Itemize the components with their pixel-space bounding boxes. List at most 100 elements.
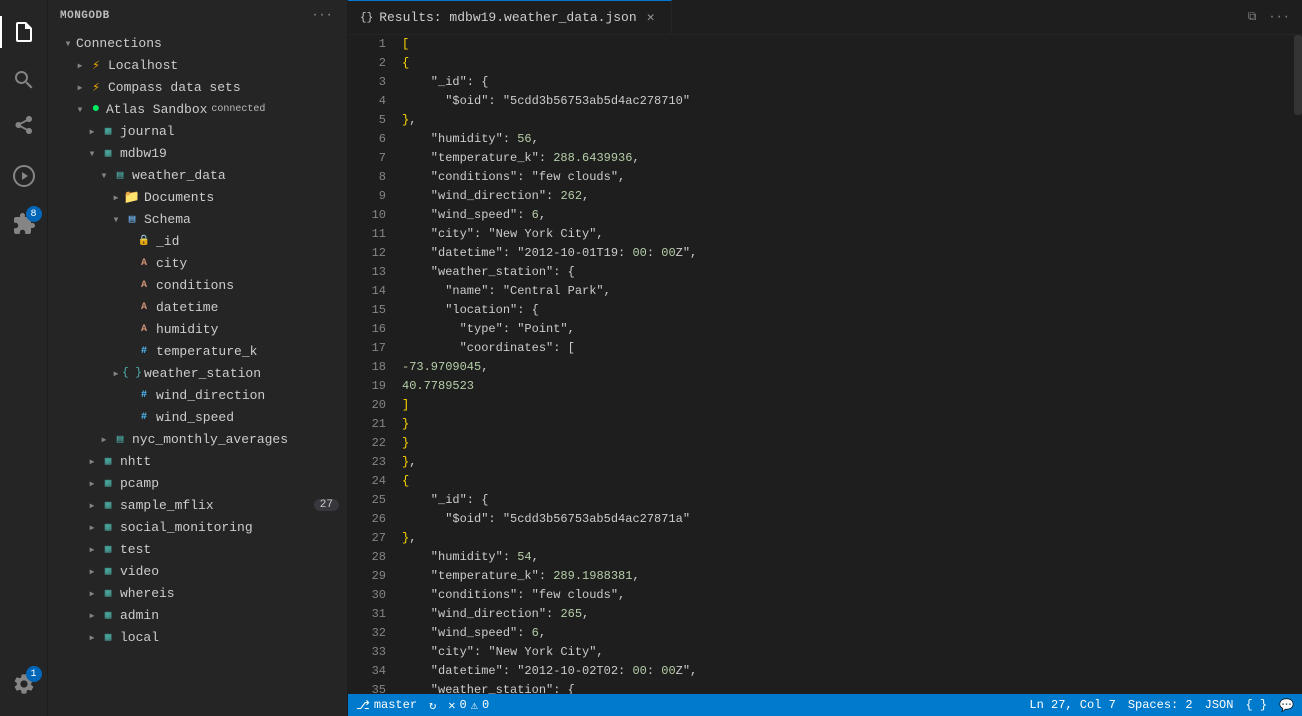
admin-chevron	[84, 607, 100, 623]
sidebar-item-field-wind-direction[interactable]: # wind_direction	[48, 384, 347, 406]
connections-chevron	[60, 35, 76, 51]
sidebar-item-field-wind-speed[interactable]: # wind_speed	[48, 406, 347, 428]
sidebar-title: MONGODB	[60, 10, 110, 22]
sidebar-item-video[interactable]: ▦ video	[48, 560, 347, 582]
tab-actions: ⧉ ···	[1244, 0, 1302, 34]
sidebar-item-sample-mflix[interactable]: ▦ sample_mflix 27	[48, 494, 347, 516]
sidebar-item-journal[interactable]: ▦ journal	[48, 120, 347, 142]
video-db-icon: ▦	[100, 563, 116, 579]
more-actions-icon[interactable]: ···	[1264, 8, 1294, 26]
format-icon[interactable]: { }	[1245, 698, 1267, 712]
sidebar-item-nyc-monthly[interactable]: ▤ nyc_monthly_averages	[48, 428, 347, 450]
code-line: "_id": {	[402, 491, 1294, 510]
status-bar-right: Ln 27, Col 7 Spaces: 2 JSON { } 💬	[1029, 698, 1294, 713]
files-icon[interactable]	[0, 8, 48, 56]
localhost-chevron	[72, 57, 88, 73]
sidebar-item-pcamp[interactable]: ▦ pcamp	[48, 472, 347, 494]
line-numbers: 1234567891011121314151617181920212223242…	[348, 35, 398, 694]
sidebar-item-connections[interactable]: Connections	[48, 32, 347, 54]
code-line: ]	[402, 396, 1294, 415]
sidebar-item-field-datetime[interactable]: A datetime	[48, 296, 347, 318]
sidebar-item-weather-station[interactable]: { } weather_station	[48, 362, 347, 384]
sidebar-item-admin[interactable]: ▦ admin	[48, 604, 347, 626]
sidebar-item-field-id[interactable]: 🔒 _id	[48, 230, 347, 252]
connected-badge: connected	[211, 104, 265, 115]
local-chevron	[84, 629, 100, 645]
compass-label: Compass data sets	[108, 80, 241, 95]
sidebar-item-social[interactable]: ▦ social_monitoring	[48, 516, 347, 538]
nyc-monthly-label: nyc_monthly_averages	[132, 432, 288, 447]
code-line: "$oid": "5cdd3b56753ab5d4ac278710"	[402, 92, 1294, 111]
search-icon[interactable]	[0, 56, 48, 104]
split-editor-icon[interactable]: ⧉	[1244, 8, 1261, 26]
documents-label: Documents	[144, 190, 214, 205]
minimap-slider[interactable]	[1294, 35, 1302, 115]
tab-results[interactable]: {} Results: mdbw19.weather_data.json ✕	[348, 0, 672, 34]
journal-chevron	[84, 123, 100, 139]
sidebar-item-localhost[interactable]: ⚡ Localhost	[48, 54, 347, 76]
format-symbol: { }	[1245, 698, 1267, 712]
extensions-icon[interactable]: 8	[0, 200, 48, 248]
field-id-label: _id	[156, 234, 179, 249]
pcamp-label: pcamp	[120, 476, 159, 491]
sidebar-item-weather-data[interactable]: ▤ weather_data	[48, 164, 347, 186]
sidebar-item-documents[interactable]: 📁 Documents	[48, 186, 347, 208]
sync-icon[interactable]: ↻	[429, 698, 436, 713]
position-status[interactable]: Ln 27, Col 7	[1029, 698, 1115, 712]
sidebar-item-field-humidity[interactable]: A humidity	[48, 318, 347, 340]
test-db-icon: ▦	[100, 541, 116, 557]
encoding-status[interactable]: JSON	[1205, 698, 1234, 712]
code-line: {	[402, 54, 1294, 73]
spaces-status[interactable]: Spaces: 2	[1128, 698, 1193, 712]
source-control-icon[interactable]	[0, 104, 48, 152]
mongodb-run-icon[interactable]	[0, 152, 48, 200]
field-temp-icon: #	[136, 343, 152, 359]
sidebar-item-nhtt[interactable]: ▦ nhtt	[48, 450, 347, 472]
compass-bolt-icon: ⚡	[88, 79, 104, 95]
settings-icon[interactable]: 1	[0, 660, 48, 708]
sidebar-item-test[interactable]: ▦ test	[48, 538, 347, 560]
sidebar-item-mdbw19[interactable]: ▦ mdbw19	[48, 142, 347, 164]
code-line: "temperature_k": 289.1988381,	[402, 567, 1294, 586]
sidebar-item-atlas[interactable]: ● Atlas Sandbox connected	[48, 98, 347, 120]
feedback-symbol: 💬	[1279, 698, 1294, 713]
social-chevron	[84, 519, 100, 535]
code-line: "wind_speed": 6,	[402, 206, 1294, 225]
mdbw19-db-icon: ▦	[100, 145, 116, 161]
code-line: "datetime": "2012-10-02T02: 00: 00Z",	[402, 662, 1294, 681]
documents-folder-icon: 📁	[124, 189, 140, 205]
code-content[interactable]: [ { "_id": { "$oid": "5cdd3b56753ab5d4ac…	[398, 35, 1294, 694]
field-city-spacer	[120, 255, 136, 271]
field-temp-spacer	[120, 343, 136, 359]
field-wind-dir-spacer	[120, 387, 136, 403]
sidebar-more-icon[interactable]: ···	[310, 8, 335, 24]
schema-label: Schema	[144, 212, 191, 227]
video-chevron	[84, 563, 100, 579]
main-area: {} Results: mdbw19.weather_data.json ✕ ⧉…	[348, 0, 1302, 716]
sidebar-item-field-city[interactable]: A city	[48, 252, 347, 274]
sidebar-item-compass[interactable]: ⚡ Compass data sets	[48, 76, 347, 98]
mflix-badge: 27	[314, 499, 339, 511]
field-wind-speed-spacer	[120, 409, 136, 425]
schema-chevron	[108, 211, 124, 227]
branch-status[interactable]: ⎇ master	[356, 698, 417, 713]
whereis-label: whereis	[120, 586, 175, 601]
sidebar-item-whereis[interactable]: ▦ whereis	[48, 582, 347, 604]
field-conditions-icon: A	[136, 277, 152, 293]
code-line: "weather_station": {	[402, 681, 1294, 694]
errors-status[interactable]: ✕ 0 ⚠ 0	[448, 698, 489, 713]
sidebar-item-field-temperature[interactable]: # temperature_k	[48, 340, 347, 362]
tab-close-button[interactable]: ✕	[643, 10, 659, 26]
sidebar-item-local[interactable]: ▦ local	[48, 626, 347, 648]
code-line: {	[402, 472, 1294, 491]
weather-station-label: weather_station	[144, 366, 261, 381]
feedback-icon[interactable]: 💬	[1279, 698, 1294, 713]
code-line: "humidity": 56,	[402, 130, 1294, 149]
sidebar-item-schema[interactable]: ▤ Schema	[48, 208, 347, 230]
minimap[interactable]	[1294, 35, 1302, 694]
field-wind-direction-label: wind_direction	[156, 388, 265, 403]
social-db-icon: ▦	[100, 519, 116, 535]
sidebar-item-field-conditions[interactable]: A conditions	[48, 274, 347, 296]
field-temperature-label: temperature_k	[156, 344, 257, 359]
status-bar: ⎇ master ↻ ✕ 0 ⚠ 0 Ln 27, Col 7 Spaces: …	[348, 694, 1302, 716]
